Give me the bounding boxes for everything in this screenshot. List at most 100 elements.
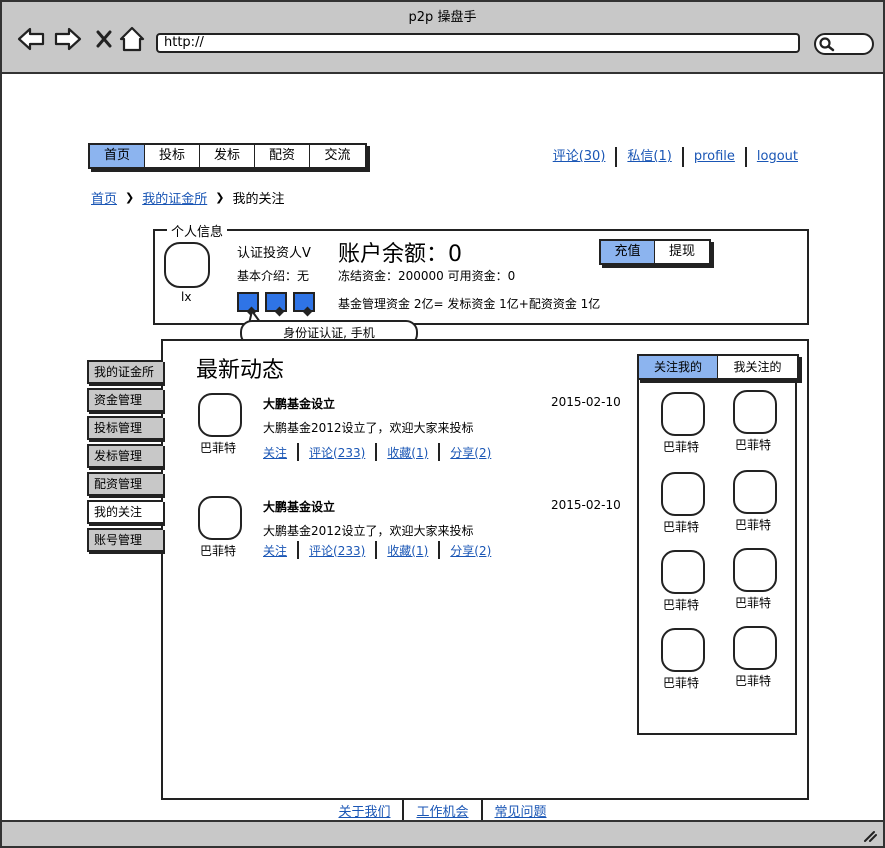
frozen-funds: 冻结资金：200000 可用资金：0: [338, 269, 516, 283]
fund-summary: 基金管理资金 2亿= 发标资金 1亿+配资资金 1亿: [338, 297, 601, 311]
status-bar: [2, 820, 883, 846]
url-input[interactable]: http://: [156, 33, 800, 53]
search-input[interactable]: [814, 33, 874, 55]
title-bar: p2p 操盘手 http://: [2, 2, 883, 74]
feed-item-description: 大鹏基金2012设立了，欢迎大家来投标: [263, 524, 474, 538]
close-x-icon[interactable]: [90, 24, 120, 54]
follow-user-name: 巴菲特: [735, 596, 772, 610]
follow-link[interactable]: 关注: [263, 542, 297, 559]
personal-info-legend: 个人信息: [167, 221, 228, 240]
feed-item-actions: 关注 评论(233) 收藏(1) 分享(2): [263, 443, 501, 461]
follow-user-name: 巴菲特: [663, 440, 700, 454]
logout-link[interactable]: logout: [747, 147, 808, 167]
avatar[interactable]: [661, 628, 705, 672]
avatar[interactable]: [661, 392, 705, 436]
follow-user-name: 巴菲特: [663, 676, 700, 690]
follow-user-name: 巴菲特: [735, 674, 772, 688]
follow-user-name: 巴菲特: [663, 520, 700, 534]
share-link[interactable]: 分享(2): [440, 444, 501, 461]
certification-label: 认证投资人V: [237, 246, 311, 261]
avatar[interactable]: [661, 550, 705, 594]
follow-tabs: 关注我的 我关注的: [637, 354, 799, 380]
recharge-button[interactable]: 充值: [601, 241, 655, 263]
avatar[interactable]: [733, 470, 777, 514]
resize-grip-icon[interactable]: [863, 830, 877, 842]
tab-invest[interactable]: 投标: [145, 145, 200, 167]
breadcrumb-my-exchange[interactable]: 我的证金所: [142, 188, 207, 207]
follow-user-name: 巴菲特: [663, 598, 700, 612]
phone-badge-icon[interactable]: [265, 292, 287, 312]
search-icon: [819, 37, 835, 52]
author-name: 巴菲特: [200, 544, 237, 558]
feed-item-actions: 关注 评论(233) 收藏(1) 分享(2): [263, 541, 501, 559]
feed-item-date: 2015-02-10: [551, 498, 621, 512]
follow-user[interactable]: 巴菲特: [661, 628, 711, 691]
user-name: lx: [181, 290, 192, 304]
sidebar-item-account[interactable]: 账号管理: [87, 528, 163, 552]
favorite-link[interactable]: 收藏(1): [377, 542, 438, 559]
avatar[interactable]: [733, 390, 777, 434]
follow-user[interactable]: 巴菲特: [661, 472, 711, 535]
sidebar-item-funds[interactable]: 资金管理: [87, 388, 163, 412]
tab-following[interactable]: 我关注的: [718, 356, 797, 378]
back-arrow-icon[interactable]: [16, 24, 46, 54]
tab-followers[interactable]: 关注我的: [639, 356, 718, 378]
follow-user-name: 巴菲特: [735, 518, 772, 532]
follow-user[interactable]: 巴菲特: [733, 390, 783, 453]
sidebar: 我的证金所 资金管理 投标管理 发标管理 配资管理 我的关注 账号管理: [87, 360, 163, 556]
avatar[interactable]: [733, 548, 777, 592]
feed-item: 巴菲特 大鹏基金设立 2015-02-10 大鹏基金2012设立了，欢迎大家来投…: [196, 393, 626, 473]
favorite-link[interactable]: 收藏(1): [377, 444, 438, 461]
feed-item: 巴菲特 大鹏基金设立 2015-02-10 大鹏基金2012设立了，欢迎大家来投…: [196, 496, 626, 576]
chevron-right-icon: ❯: [215, 191, 225, 204]
avatar[interactable]: [198, 496, 242, 540]
email-badge-icon[interactable]: [293, 292, 315, 312]
account-balance: 账户余额：0: [338, 242, 462, 267]
sidebar-item-issues[interactable]: 发标管理: [87, 444, 163, 468]
avatar[interactable]: [198, 393, 242, 437]
sidebar-item-bids[interactable]: 投标管理: [87, 416, 163, 440]
breadcrumb: 首页 ❯ 我的证金所 ❯ 我的关注: [91, 188, 284, 207]
top-links: 评论(30) 私信(1) profile logout: [543, 147, 808, 167]
chevron-right-icon: ❯: [125, 191, 135, 204]
avatar[interactable]: [733, 626, 777, 670]
avatar[interactable]: [661, 472, 705, 516]
verification-badges: [237, 292, 315, 312]
id-badge-icon[interactable]: [237, 292, 259, 312]
follow-user[interactable]: 巴菲特: [733, 470, 783, 533]
feed-title: 最新动态: [196, 358, 285, 383]
tab-margin[interactable]: 配资: [255, 145, 310, 167]
profile-link[interactable]: profile: [684, 147, 745, 167]
follow-link[interactable]: 关注: [263, 444, 297, 461]
home-icon[interactable]: [118, 24, 148, 54]
messages-link[interactable]: 私信(1): [617, 147, 681, 167]
follow-user[interactable]: 巴菲特: [661, 392, 711, 455]
author-name: 巴菲特: [200, 441, 237, 455]
feed-item-title: 大鹏基金设立: [263, 397, 336, 411]
sidebar-item-following[interactable]: 我的关注: [87, 500, 163, 524]
tab-home[interactable]: 首页: [90, 145, 145, 167]
follow-user[interactable]: 巴菲特: [733, 548, 783, 611]
follow-user-name: 巴菲特: [735, 438, 772, 452]
forward-arrow-icon[interactable]: [53, 24, 83, 54]
intro-text: 基本介绍：无: [237, 269, 310, 283]
faq-link[interactable]: 常见问题: [483, 801, 559, 820]
sidebar-item-my-exchange[interactable]: 我的证金所: [87, 360, 163, 384]
share-link[interactable]: 分享(2): [440, 542, 501, 559]
comment-link[interactable]: 评论(233): [299, 542, 375, 559]
jobs-link[interactable]: 工作机会: [404, 801, 480, 820]
follow-user[interactable]: 巴菲特: [661, 550, 711, 613]
withdraw-button[interactable]: 提现: [655, 241, 709, 263]
breadcrumb-home[interactable]: 首页: [91, 188, 117, 207]
tab-issue[interactable]: 发标: [200, 145, 255, 167]
comment-link[interactable]: 评论(233): [299, 444, 375, 461]
tab-exchange[interactable]: 交流: [310, 145, 365, 167]
follow-user[interactable]: 巴菲特: [733, 626, 783, 689]
comments-link[interactable]: 评论(30): [543, 147, 616, 167]
window-title: p2p 操盘手: [408, 10, 477, 25]
sidebar-item-margin[interactable]: 配资管理: [87, 472, 163, 496]
about-link[interactable]: 关于我们: [326, 801, 402, 820]
feed-item-date: 2015-02-10: [551, 395, 621, 409]
feed-item-description: 大鹏基金2012设立了，欢迎大家来投标: [263, 421, 474, 435]
avatar[interactable]: [164, 242, 210, 288]
